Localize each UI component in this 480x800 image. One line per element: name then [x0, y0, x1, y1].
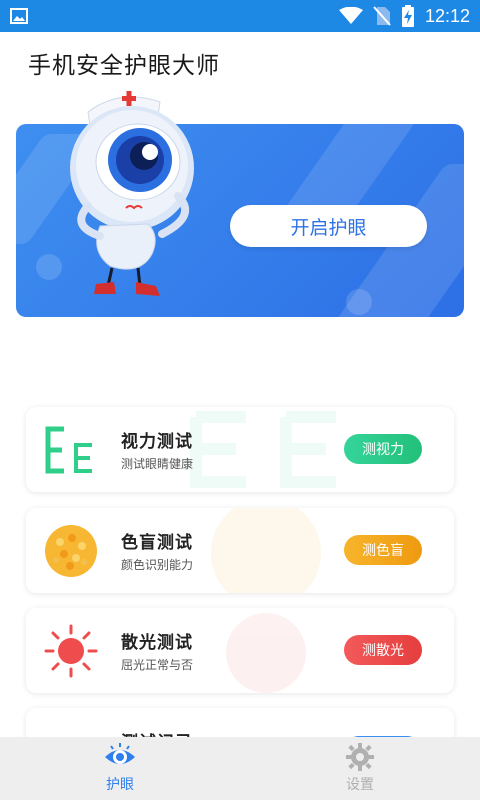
nav-tab-label: 设置 — [346, 777, 374, 793]
test-vision-button[interactable]: 测视力 — [344, 434, 422, 464]
wifi-icon — [338, 7, 363, 24]
card-subtitle: 测试眼睛健康 — [121, 457, 194, 471]
eye-mascot-illustration — [70, 91, 194, 296]
gallery-notification-icon — [10, 8, 28, 24]
status-time: 12:12 — [424, 5, 470, 26]
card-subtitle: 颜色识别能力 — [121, 558, 194, 572]
card-title: 视力测试 — [121, 432, 193, 452]
astigmatism-test-card[interactable]: 散光测试 屈光正常与否 测散光 — [26, 608, 454, 693]
nav-tab-settings[interactable]: 设置 — [240, 737, 480, 800]
nav-tab-eye-protection[interactable]: 护眼 — [0, 737, 240, 800]
start-eye-protection-button[interactable]: 开启护眼 — [230, 205, 427, 247]
gear-icon — [346, 743, 374, 771]
nav-tab-label: 护眼 — [106, 777, 134, 793]
test-astigmatism-button[interactable]: 测散光 — [344, 635, 422, 665]
astigmatism-sun-icon — [44, 624, 98, 678]
eye-icon — [105, 743, 135, 764]
color-plate-icon — [45, 525, 97, 577]
bottom-navigation: 护眼 设置 — [0, 737, 480, 800]
card-title: 散光测试 — [121, 633, 193, 653]
vision-test-card[interactable]: 视力测试 测试眼睛健康 测视力 — [26, 407, 454, 492]
card-subtitle: 屈光正常与否 — [121, 658, 194, 672]
card-title: 色盲测试 — [121, 533, 193, 553]
color-blind-test-card[interactable]: 色盲测试 颜色识别能力 测色盲 — [26, 508, 454, 593]
no-sim-icon — [373, 6, 391, 26]
battery-charging-icon — [401, 5, 414, 27]
vision-chart-icon — [45, 426, 92, 474]
page-title: 手机安全护眼大师 — [28, 53, 220, 79]
test-color-blind-button[interactable]: 测色盲 — [344, 535, 422, 565]
status-bar: 12:12 — [0, 0, 480, 32]
